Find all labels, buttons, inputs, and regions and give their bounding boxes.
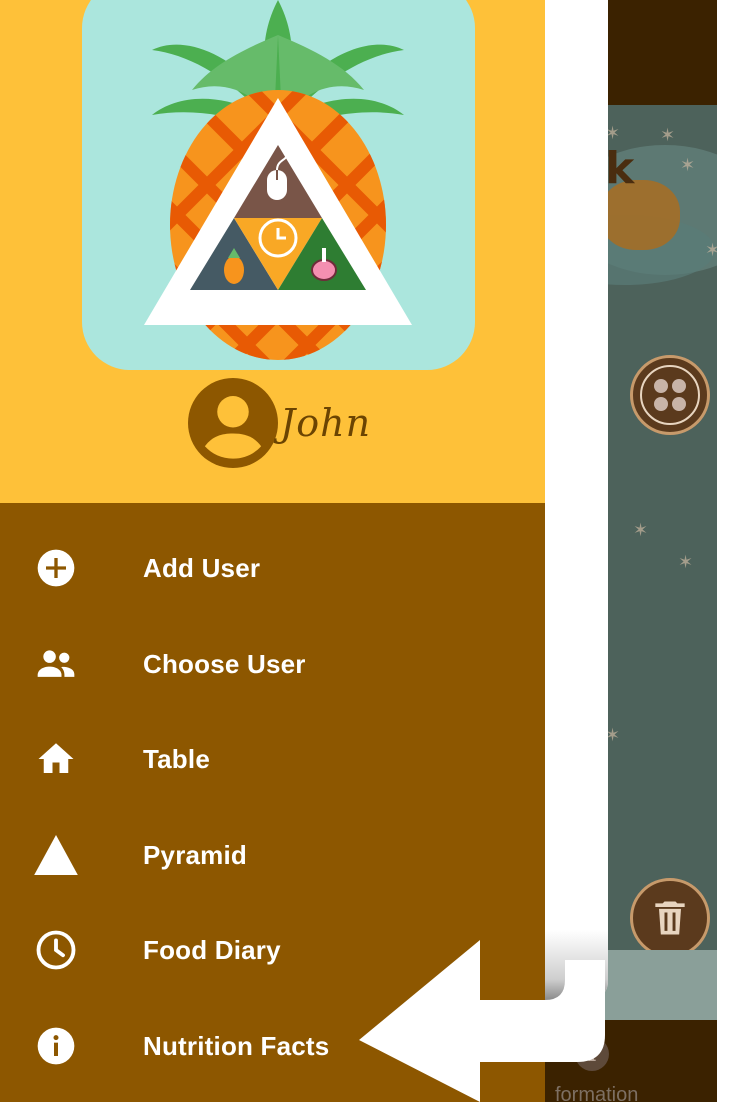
star-decoration-icon: ✶ [678, 552, 694, 572]
current-user[interactable]: John [188, 378, 371, 468]
star-decoration-icon: ✶ [633, 520, 649, 540]
star-decoration-icon: ✶ [660, 125, 676, 145]
star-decoration-icon: ✶ [680, 155, 696, 175]
account-circle-icon [188, 378, 278, 468]
dots-icon [640, 365, 700, 425]
info-icon [34, 1024, 78, 1068]
background-shuffle-button[interactable] [630, 355, 710, 435]
app-logo [82, 0, 475, 370]
menu-item-pyramid[interactable]: Pyramid [0, 807, 545, 903]
triangle-icon [34, 833, 78, 877]
pineapple-pyramid-logo-icon [144, 0, 412, 360]
menu-item-label: Choose User [143, 648, 306, 679]
star-decoration-icon: ✶ [705, 240, 717, 260]
menu-item-label: Add User [143, 552, 261, 583]
menu-item-label: Table [143, 743, 210, 774]
arrow-left-icon [359, 940, 605, 1102]
menu-item-choose-user[interactable]: Choose User [0, 616, 545, 712]
add-circle-icon [34, 546, 78, 590]
navigation-drawer: John Add User Choose User Table Pyramid … [0, 0, 545, 1102]
drawer-header: John [0, 0, 545, 503]
menu-item-label: Nutrition Facts [143, 1030, 330, 1061]
username-label: John [280, 401, 372, 445]
trash-icon [655, 901, 685, 935]
home-icon [34, 737, 78, 781]
menu-item-label: Food Diary [143, 934, 281, 965]
background-heading-fragment: k [605, 143, 635, 194]
clock-icon [34, 928, 78, 972]
background-delete-button[interactable] [630, 878, 710, 958]
menu-item-table[interactable]: Table [0, 711, 545, 807]
menu-item-label: Pyramid [143, 839, 248, 870]
menu-item-add-user[interactable]: Add User [0, 520, 545, 616]
people-icon [34, 642, 78, 686]
